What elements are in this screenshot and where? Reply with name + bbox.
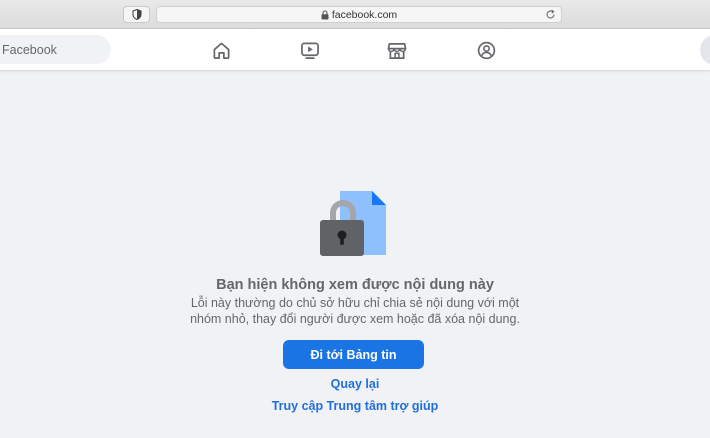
back-link-row: Quay lại — [0, 377, 710, 391]
search-input[interactable]: Facebook — [0, 35, 111, 64]
description-line: nhóm nhỏ, thay đổi người được xem hoặc đ… — [190, 312, 520, 326]
error-description: Lỗi này thường do chủ sở hữu chỉ chia sẻ… — [0, 295, 710, 327]
help-center-link[interactable]: Truy cập Trung tâm trợ giúp — [272, 399, 439, 413]
help-link-row: Truy cập Trung tâm trợ giúp — [0, 399, 710, 413]
marketplace-icon[interactable] — [387, 40, 407, 60]
description-line: Lỗi này thường do chủ sở hữu chỉ chia sẻ… — [190, 296, 520, 310]
shield-icon — [131, 9, 142, 20]
back-link[interactable]: Quay lại — [331, 377, 380, 391]
menu-button[interactable] — [700, 35, 710, 65]
browser-toolbar: facebook.com — [0, 0, 710, 29]
facebook-header: Facebook — [0, 29, 710, 71]
home-icon[interactable] — [211, 40, 231, 60]
search-placeholder: Facebook — [2, 42, 57, 57]
reload-icon[interactable] — [545, 9, 556, 20]
video-icon[interactable] — [300, 40, 320, 60]
page-title: Bạn hiện không xem được nội dung này — [216, 277, 494, 293]
url-text: facebook.com — [331, 8, 398, 21]
groups-icon[interactable] — [476, 40, 496, 60]
locked-content-icon — [318, 190, 388, 263]
lock-icon — [321, 9, 329, 20]
privacy-shield-button[interactable] — [123, 6, 150, 23]
go-to-feed-button[interactable]: Đi tới Bảng tin — [283, 340, 424, 369]
address-bar[interactable]: facebook.com — [156, 6, 562, 23]
content-unavailable-panel: Bạn hiện không xem được nội dung này Lỗi… — [0, 72, 710, 438]
